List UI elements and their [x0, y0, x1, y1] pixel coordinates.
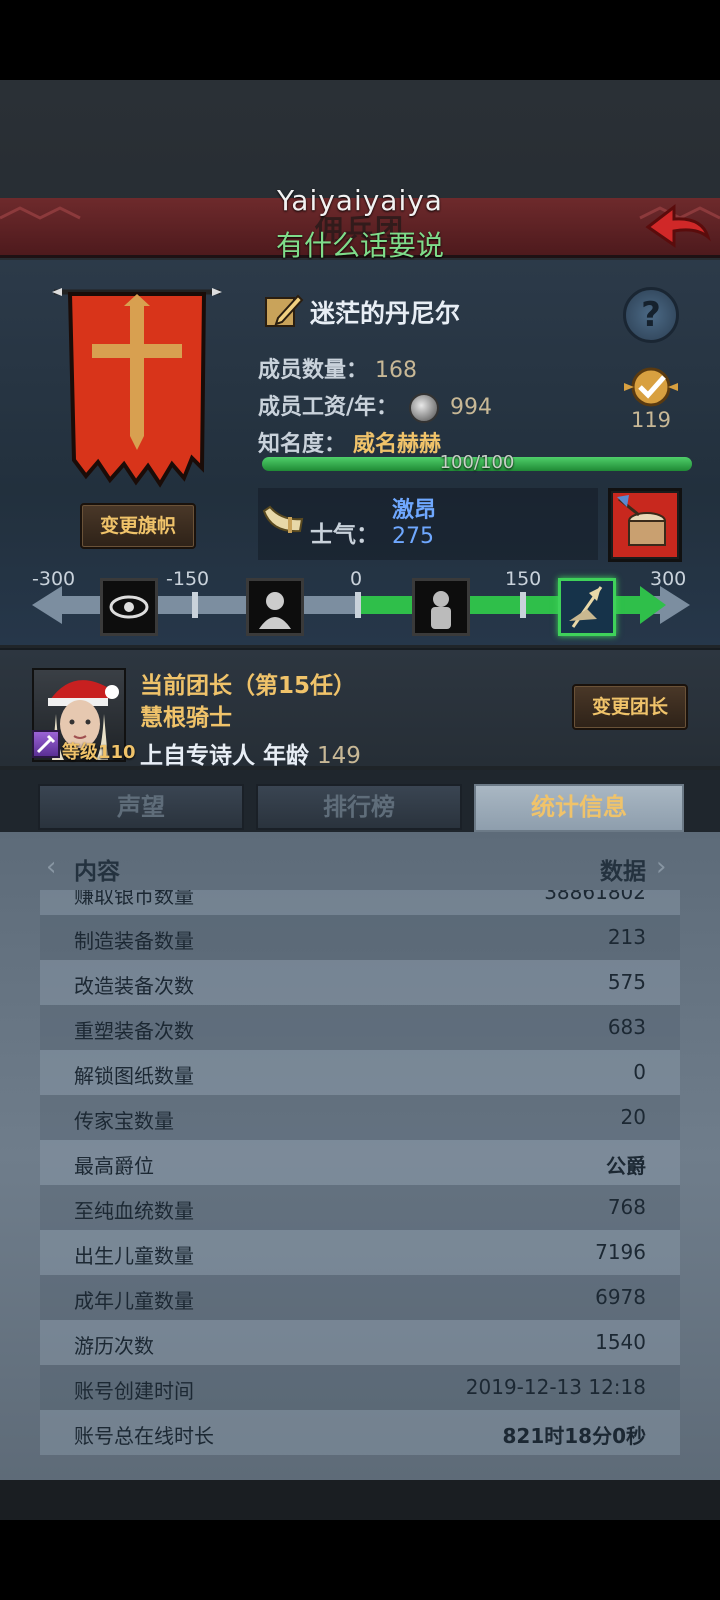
- class-icon: [32, 730, 60, 758]
- salary-label: 成员工资/年：: [258, 395, 399, 420]
- row-label: 改造装备次数: [74, 974, 194, 998]
- tab-statistics[interactable]: 统计信息: [474, 784, 684, 832]
- silver-coin-icon: [409, 393, 440, 423]
- guild-name: 迷茫的丹尼尔: [310, 299, 461, 328]
- row-value: 2019-12-13 12:18: [465, 1375, 646, 1399]
- row-value: 38861802: [544, 890, 646, 904]
- morale-state: 激昂: [392, 498, 437, 523]
- table-row: 赚取银币数量 38861802: [40, 890, 680, 915]
- table-row: 制造装备数量 213: [40, 915, 680, 960]
- members-row: 成员数量： 168: [258, 352, 417, 384]
- morale-label: 士气：: [310, 522, 379, 548]
- leader-level: 等级110: [62, 742, 136, 763]
- table-row: 传家宝数量 20: [40, 1095, 680, 1140]
- row-label: 账号创建时间: [74, 1379, 194, 1403]
- table-row: 账号总在线时长 821时18分0秒: [40, 1410, 680, 1455]
- chevron-right-icon: ›: [656, 852, 667, 882]
- row-label: 制造装备数量: [74, 929, 194, 953]
- status-bar-area: [0, 0, 720, 80]
- stats-table[interactable]: 赚取银币数量 38861802 制造装备数量 213 改造装备次数 575 重塑装备次数 68…: [40, 890, 680, 1472]
- members-label: 成员数量：: [258, 358, 369, 383]
- chevron-left-icon: ‹: [46, 852, 57, 882]
- mood-neutral-icon[interactable]: [412, 578, 470, 636]
- change-banner-button[interactable]: 变更旗帜: [80, 503, 196, 549]
- leader-age: 149: [317, 743, 361, 769]
- table-header-content: 内容: [74, 859, 120, 885]
- row-label: 账号总在线时长: [74, 1424, 214, 1448]
- scale-arrow-left: [32, 586, 62, 624]
- chat-overlay-message: 有什么话要说: [275, 229, 444, 262]
- scale-label: 0: [350, 568, 363, 590]
- table-row: 重塑装备次数 683: [40, 1005, 680, 1050]
- edit-name-icon[interactable]: [264, 290, 304, 330]
- table-header-data: 数据: [600, 859, 646, 885]
- row-label: 至纯血统数量: [74, 1199, 194, 1223]
- table-row: 至纯血统数量 768: [40, 1185, 680, 1230]
- tab-leaderboard[interactable]: 排行榜: [256, 784, 462, 830]
- row-value: 821时18分0秒: [502, 1424, 647, 1448]
- back-arrow-icon: [645, 203, 711, 248]
- leader-info: 上自专诗人 年龄 149: [140, 736, 361, 770]
- table-row: 解锁图纸数量 0: [40, 1050, 680, 1095]
- row-value: 575: [607, 970, 646, 994]
- mood-cheer-icon[interactable]: [558, 578, 616, 636]
- row-value: 公爵: [606, 1154, 646, 1178]
- scale-arrow-fill: [640, 586, 666, 624]
- row-value: 7196: [595, 1240, 646, 1264]
- row-value: 213: [607, 925, 646, 949]
- leader-class: 慧根骑士: [140, 705, 232, 731]
- horn-icon: [262, 505, 304, 533]
- mood-eye-icon[interactable]: [100, 578, 158, 636]
- fame-progress-text: 100/100: [439, 452, 515, 473]
- row-label: 成年儿童数量: [74, 1289, 194, 1313]
- row-label: 传家宝数量: [74, 1109, 174, 1133]
- nav-bar-area: [0, 1520, 720, 1600]
- row-label: 解锁图纸数量: [74, 1064, 194, 1088]
- salary-row: 成员工资/年： 994: [258, 389, 492, 423]
- scale-tick: [520, 592, 526, 618]
- scale-tick: [355, 592, 361, 618]
- salary-value: 994: [450, 395, 493, 420]
- row-label: 赚取银币数量: [74, 890, 194, 908]
- members-value: 168: [375, 358, 418, 383]
- leader-title: 当前团长（第15任）: [140, 673, 357, 699]
- row-label: 游历次数: [74, 1334, 154, 1358]
- morale-drum-button[interactable]: [608, 488, 682, 562]
- row-value: 768: [607, 1195, 646, 1219]
- row-value: 1540: [595, 1330, 646, 1354]
- table-row: 改造装备次数 575: [40, 960, 680, 1005]
- mood-despair-icon[interactable]: [246, 578, 304, 636]
- table-row: 账号创建时间 2019-12-13 12:18: [40, 1365, 680, 1410]
- rank-badge-icon: [624, 367, 678, 407]
- row-label: 出生儿童数量: [74, 1244, 194, 1268]
- table-row: 最高爵位 公爵: [40, 1140, 680, 1185]
- row-value: 0: [633, 1060, 646, 1084]
- guild-banner-flag: [52, 288, 222, 488]
- row-label: 重塑装备次数: [74, 1019, 194, 1043]
- rank-value: 119: [630, 408, 672, 432]
- table-row: 出生儿童数量 7196: [40, 1230, 680, 1275]
- table-row: 成年儿童数量 6978: [40, 1275, 680, 1320]
- help-button[interactable]: ?: [623, 287, 679, 343]
- scale-label: -150: [166, 568, 210, 590]
- change-leader-button[interactable]: 变更团长: [572, 684, 688, 730]
- row-value: 20: [620, 1105, 646, 1129]
- morale-value: 275: [392, 524, 434, 549]
- chat-overlay-name: Yaiyaiyaiya: [277, 184, 443, 217]
- scale-tick: [192, 592, 198, 618]
- row-value: 683: [607, 1015, 646, 1039]
- table-row: 游历次数 1540: [40, 1320, 680, 1365]
- leader-info-prefix: 上自专诗人 年龄: [140, 743, 310, 769]
- tab-reputation[interactable]: 声望: [38, 784, 244, 830]
- drum-icon: [613, 493, 677, 557]
- row-value: 6978: [595, 1285, 646, 1309]
- row-label: 最高爵位: [74, 1154, 154, 1178]
- scale-label: 150: [505, 568, 542, 590]
- question-icon: ?: [641, 295, 661, 335]
- back-button[interactable]: [644, 203, 712, 253]
